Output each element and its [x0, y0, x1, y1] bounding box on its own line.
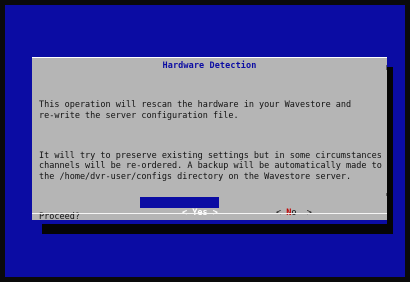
dialog-button-row: < Yes > < No > — [32, 197, 387, 218]
dialog-bottom-divider — [32, 213, 387, 214]
terminal-screen: Hardware Detection This operation will r… — [5, 5, 405, 277]
no-button[interactable]: < No > — [234, 197, 313, 218]
dialog-shadow-right — [387, 67, 393, 234]
hardware-detection-dialog: Hardware Detection This operation will r… — [32, 57, 387, 222]
dialog-bottom-right-tick — [386, 193, 387, 196]
yes-button[interactable]: < Yes > — [140, 197, 219, 218]
dialog-title: Hardware Detection — [162, 61, 257, 71]
dialog-message-preserve-settings: It will try to preserve existing setting… — [39, 151, 382, 182]
dialog-message-rescan: This operation will rescan the hardware … — [39, 100, 352, 121]
dialog-content: This operation will rescan the hardware … — [39, 80, 384, 253]
